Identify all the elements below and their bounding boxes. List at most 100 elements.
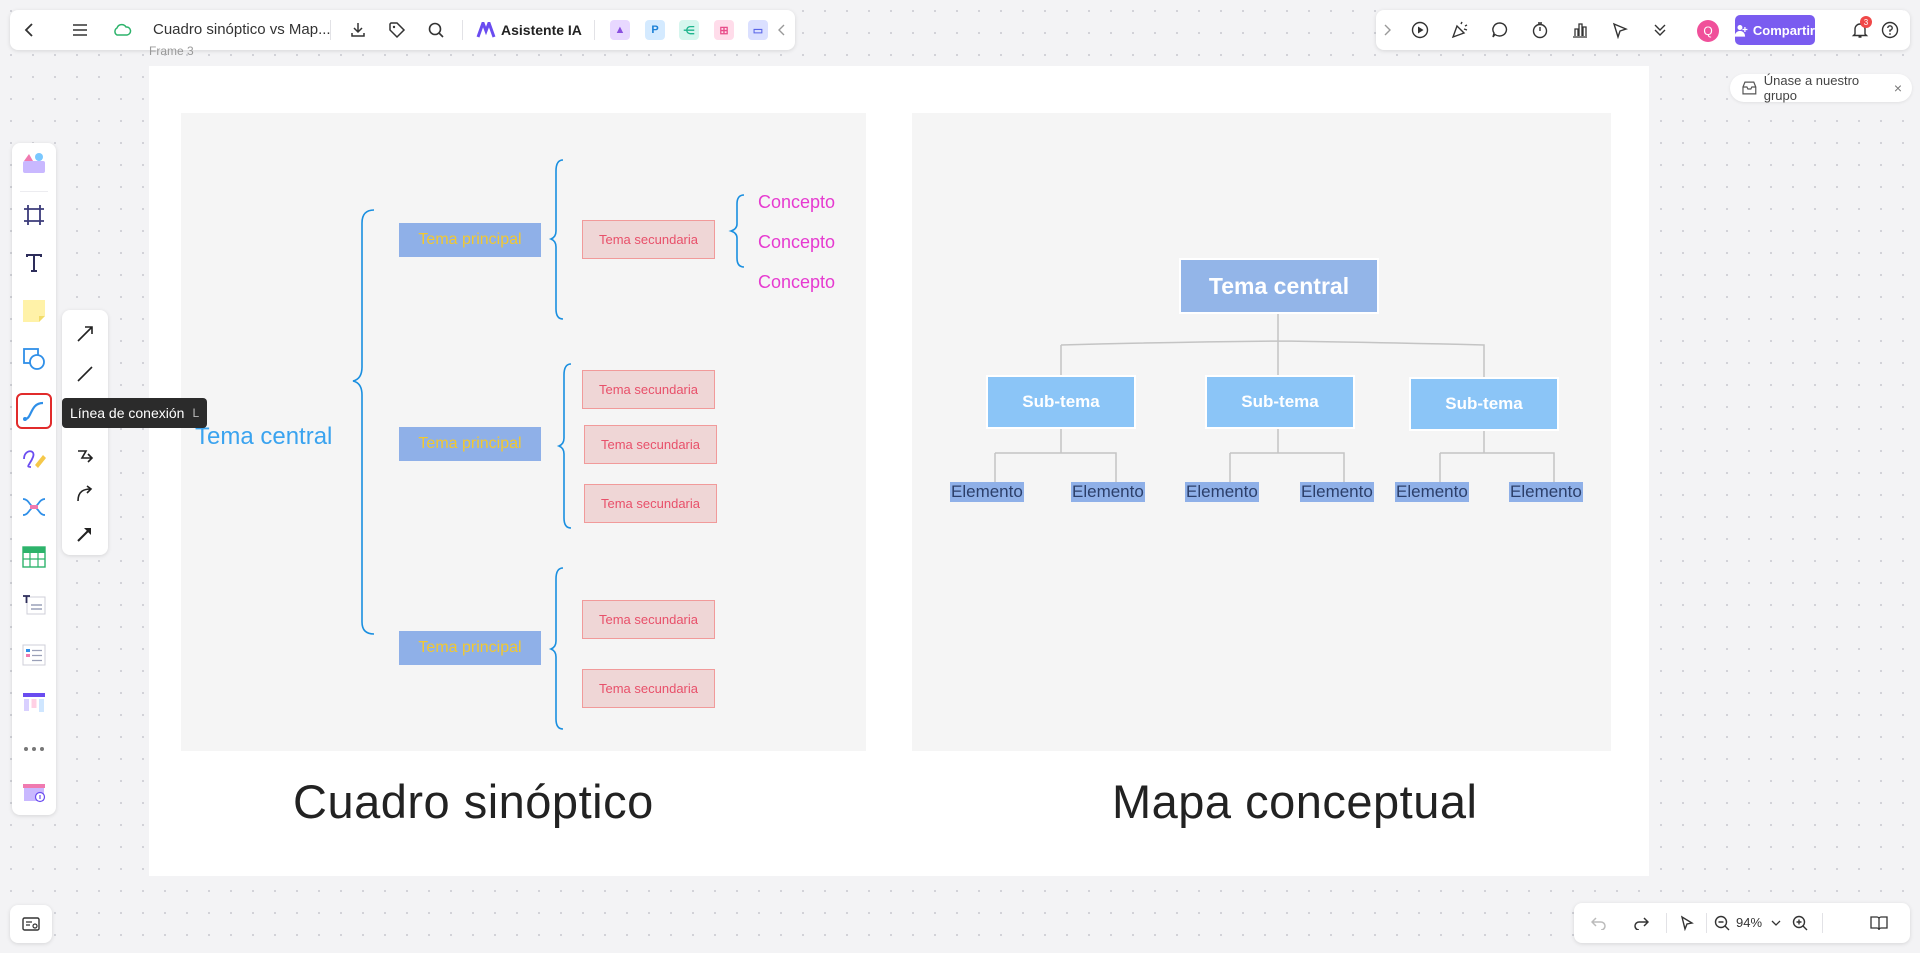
divider	[1706, 913, 1707, 933]
top-right-toolbar: Q Compartir 3	[1376, 10, 1910, 50]
zoom-out-icon[interactable]	[1710, 911, 1734, 935]
frame-tool-icon[interactable]	[18, 199, 50, 231]
concept-map-connectors	[994, 314, 1555, 482]
element-item[interactable]: Elemento	[1185, 482, 1259, 502]
divider	[330, 20, 331, 40]
mindmap-icon[interactable]: ⋲	[679, 20, 699, 40]
zoom-dropdown-chevron-icon[interactable]	[1768, 911, 1784, 935]
concept-item[interactable]: Concepto	[758, 192, 835, 213]
help-icon[interactable]	[1878, 18, 1902, 42]
document-title[interactable]: Cuadro sinóptico vs Map...	[153, 21, 331, 38]
text-tool-icon[interactable]	[18, 247, 50, 279]
close-icon[interactable]: ×	[1894, 80, 1902, 96]
inbox-icon	[1742, 81, 1757, 95]
concept-map-title[interactable]: Mapa conceptual	[1112, 774, 1477, 829]
sub-topic-1[interactable]: Sub-tema	[986, 375, 1136, 429]
secondary-topic[interactable]: Tema secundaria	[584, 484, 717, 523]
straight-line-icon[interactable]	[69, 358, 101, 390]
sub-topic-3[interactable]: Sub-tema	[1409, 377, 1559, 431]
more-down-chevrons-icon[interactable]	[1648, 18, 1672, 42]
templates-icon[interactable]	[18, 147, 50, 179]
zoom-level[interactable]: 94%	[1736, 915, 1762, 930]
present-play-icon[interactable]	[1408, 18, 1432, 42]
minimap-icon	[22, 917, 40, 931]
element-item[interactable]: Elemento	[1071, 482, 1145, 502]
more-tools-icon[interactable]	[18, 733, 50, 765]
element-item[interactable]: Elemento	[1395, 482, 1469, 502]
collapse-chevron-icon[interactable]	[774, 18, 790, 42]
concept-item[interactable]: Concepto	[758, 272, 835, 293]
curved-connector-icon[interactable]	[69, 478, 101, 510]
comment-icon[interactable]	[1488, 18, 1512, 42]
bottom-toolbar: 94%	[1574, 903, 1910, 943]
table-tool-icon[interactable]	[18, 541, 50, 573]
mindmap-tool-icon[interactable]	[18, 491, 50, 523]
download-icon[interactable]	[346, 18, 370, 42]
arrow-line-icon[interactable]	[69, 318, 101, 350]
redo-icon[interactable]	[1629, 911, 1653, 935]
celebrate-icon[interactable]	[1448, 18, 1472, 42]
text-block-icon[interactable]	[18, 589, 50, 621]
chat-icon[interactable]: ▭	[748, 20, 768, 40]
principal-topic-2[interactable]: Tema principal	[399, 427, 541, 461]
synoptic-central-topic[interactable]: Tema central	[195, 423, 332, 451]
synoptic-title[interactable]: Cuadro sinóptico	[293, 774, 654, 829]
secondary-topic[interactable]: Tema secundaria	[584, 425, 717, 464]
join-group-banner[interactable]: Únase a nuestro grupo ×	[1730, 73, 1912, 103]
concept-map-central-topic[interactable]: Tema central	[1179, 258, 1379, 314]
elbow-connector-icon[interactable]	[69, 438, 101, 470]
frame-label[interactable]: Frame 3	[149, 44, 194, 58]
timer-icon[interactable]	[1528, 18, 1552, 42]
secondary-topic[interactable]: Tema secundaria	[582, 370, 715, 409]
tooltip-label: Línea de conexión	[70, 405, 185, 421]
flowchart-icon[interactable]: ⊞	[714, 20, 734, 40]
kanban-tool-icon[interactable]	[18, 687, 50, 719]
divider	[462, 20, 463, 40]
secondary-topic[interactable]: Tema secundaria	[582, 220, 715, 259]
share-button[interactable]: Compartir	[1735, 15, 1815, 45]
secondary-topic[interactable]: Tema secundaria	[582, 669, 715, 708]
user-avatar[interactable]: Q	[1697, 20, 1719, 42]
presentation-icon[interactable]: P	[645, 20, 665, 40]
element-item[interactable]: Elemento	[1300, 482, 1374, 502]
image-gen-icon[interactable]: ▲	[610, 20, 630, 40]
pen-tool-icon[interactable]	[18, 443, 50, 475]
zoom-in-icon[interactable]	[1788, 911, 1812, 935]
connector-tooltip: Línea de conexión L	[62, 398, 208, 428]
list-tool-icon[interactable]	[18, 639, 50, 671]
back-icon[interactable]	[18, 18, 42, 42]
ai-assistant-button[interactable]: Asistente IA	[476, 18, 582, 42]
minimap-toggle[interactable]	[10, 905, 52, 943]
sub-topic-2[interactable]: Sub-tema	[1205, 375, 1355, 429]
join-group-label: Únase a nuestro grupo	[1763, 73, 1860, 103]
search-icon[interactable]	[424, 18, 448, 42]
expand-chevron-icon[interactable]	[1380, 18, 1394, 42]
tag-icon[interactable]	[385, 18, 409, 42]
shapes-icon[interactable]	[18, 343, 50, 375]
bold-arrow-icon[interactable]	[69, 518, 101, 550]
divider	[20, 191, 48, 192]
divider	[1822, 913, 1823, 933]
cloud-sync-icon	[110, 18, 134, 42]
plugin-box-icon[interactable]	[18, 775, 50, 807]
principal-topic-3[interactable]: Tema principal	[399, 631, 541, 665]
select-pointer-icon[interactable]	[1675, 911, 1699, 935]
follow-cursor-icon[interactable]	[1608, 18, 1632, 42]
notification-badge: 3	[1860, 16, 1872, 28]
connector-line-icon[interactable]	[16, 393, 52, 429]
menu-icon[interactable]	[68, 18, 92, 42]
add-user-icon	[1735, 25, 1748, 37]
connector-submenu	[62, 310, 108, 555]
vote-chart-icon[interactable]	[1568, 18, 1592, 42]
ai-assistant-label: Asistente IA	[501, 22, 582, 38]
undo-icon[interactable]	[1587, 911, 1611, 935]
element-item[interactable]: Elemento	[1509, 482, 1583, 502]
book-guide-icon[interactable]	[1867, 911, 1891, 935]
principal-topic-1[interactable]: Tema principal	[399, 223, 541, 257]
divider	[594, 20, 595, 40]
sticky-note-icon[interactable]	[18, 295, 50, 327]
element-item[interactable]: Elemento	[950, 482, 1024, 502]
canvas-frame: Tema central Tema principal Tema princip…	[149, 66, 1649, 876]
secondary-topic[interactable]: Tema secundaria	[582, 600, 715, 639]
concept-item[interactable]: Concepto	[758, 232, 835, 253]
